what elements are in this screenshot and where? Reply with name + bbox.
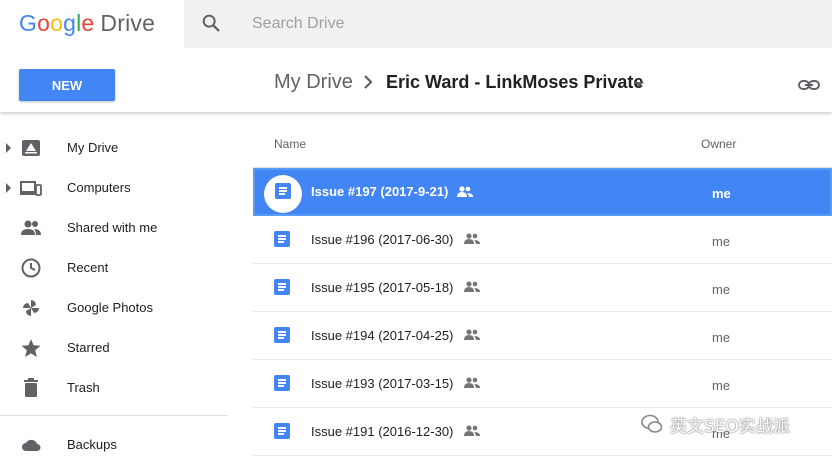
sidebar-item-shared-with-me[interactable]: Shared with me: [0, 208, 240, 248]
table-row[interactable]: Issue #196 (2017-06-30) me: [253, 216, 832, 264]
google-docs-icon: [274, 327, 290, 343]
sidebar-item-label: Google Photos: [67, 300, 154, 315]
sidebar-item-computers[interactable]: Computers: [0, 168, 240, 208]
sidebar-item-starred[interactable]: Starred: [0, 328, 240, 368]
star-icon: [21, 339, 41, 357]
owner-cell: me: [712, 330, 731, 345]
google-docs-icon: [274, 375, 290, 391]
caret-down-icon[interactable]: [634, 82, 644, 87]
expand-arrow-icon[interactable]: [6, 143, 11, 153]
shared-icon: [464, 329, 480, 340]
wechat-icon: [641, 414, 663, 433]
watermark-text: 英文SEO实战派: [670, 416, 790, 437]
search-bar[interactable]: [184, 0, 832, 48]
trash-icon: [24, 378, 38, 397]
clock-icon: [21, 258, 41, 278]
shared-with-me-icon: [21, 220, 41, 235]
google-docs-icon: [274, 279, 290, 295]
google-docs-icon: [274, 231, 290, 247]
google-docs-icon: [274, 423, 290, 439]
table-row[interactable]: Issue #197 (2017-9-21) me: [253, 168, 832, 216]
computers-icon: [20, 181, 42, 196]
sidebar-item-my-drive[interactable]: My Drive: [0, 128, 240, 168]
watermark: 英文SEO实战派: [640, 410, 790, 438]
shared-icon: [464, 233, 480, 244]
table-row[interactable]: Issue #193 (2017-03-15) me: [253, 360, 832, 408]
sidebar-item-label: Shared with me: [67, 220, 158, 235]
sidebar-item-trash[interactable]: Trash: [0, 368, 240, 408]
sidebar-item-recent[interactable]: Recent: [0, 248, 240, 288]
sidebar: My Drive Computers Shared with me Recent: [0, 112, 240, 459]
column-header-owner[interactable]: Owner: [701, 137, 736, 151]
sidebar-item-google-photos[interactable]: Google Photos: [0, 288, 240, 328]
google-docs-icon: [275, 183, 291, 199]
sidebar-item-label: Recent: [67, 260, 109, 275]
owner-cell: me: [712, 234, 731, 249]
sidebar-item-label: Backups: [67, 437, 117, 452]
shared-icon: [464, 425, 480, 436]
owner-cell: me: [712, 378, 731, 393]
file-name: Issue #191 (2016-12-30): [311, 424, 454, 439]
search-icon[interactable]: [200, 12, 222, 34]
shared-icon: [457, 186, 473, 197]
file-name: Issue #195 (2017-05-18): [311, 280, 454, 295]
shared-icon: [464, 281, 480, 292]
chevron-right-icon: [364, 75, 373, 89]
sidebar-item-label: My Drive: [67, 140, 119, 155]
column-header-name[interactable]: Name: [274, 137, 306, 151]
action-bar: NEW My Drive Eric Ward - LinkMoses Priva…: [0, 48, 832, 112]
breadcrumb-current-folder[interactable]: Eric Ward - LinkMoses Private: [386, 72, 643, 93]
google-drive-logo[interactable]: Google Drive: [19, 10, 155, 37]
my-drive-icon: [22, 140, 40, 156]
breadcrumb-root[interactable]: My Drive: [274, 71, 353, 94]
pinwheel-icon: [23, 300, 39, 316]
sidebar-divider: [0, 415, 228, 416]
file-name: Issue #193 (2017-03-15): [311, 376, 454, 391]
owner-cell: me: [712, 186, 731, 201]
table-row[interactable]: Issue #195 (2017-05-18) me: [253, 264, 832, 312]
sidebar-item-backups[interactable]: Backups: [0, 425, 240, 459]
new-button[interactable]: NEW: [19, 69, 115, 101]
table-row[interactable]: Issue #194 (2017-04-25) me: [253, 312, 832, 360]
expand-arrow-icon[interactable]: [6, 183, 11, 193]
file-list: Name Owner Issue #197 (2017-9-21) me Iss…: [253, 112, 832, 459]
shared-icon: [464, 377, 480, 388]
file-name: Issue #197 (2017-9-21): [311, 184, 449, 199]
file-name: Issue #196 (2017-06-30): [311, 232, 454, 247]
owner-cell: me: [712, 282, 731, 297]
product-name: Drive: [100, 10, 156, 36]
link-icon[interactable]: [797, 73, 821, 97]
sidebar-item-label: Trash: [67, 380, 100, 395]
top-bar: Google Drive: [0, 0, 832, 48]
file-name: Issue #194 (2017-04-25): [311, 328, 454, 343]
sidebar-item-label: Starred: [67, 340, 110, 355]
cloud-icon: [22, 439, 41, 451]
sidebar-item-label: Computers: [67, 180, 131, 195]
search-input[interactable]: [252, 12, 752, 36]
